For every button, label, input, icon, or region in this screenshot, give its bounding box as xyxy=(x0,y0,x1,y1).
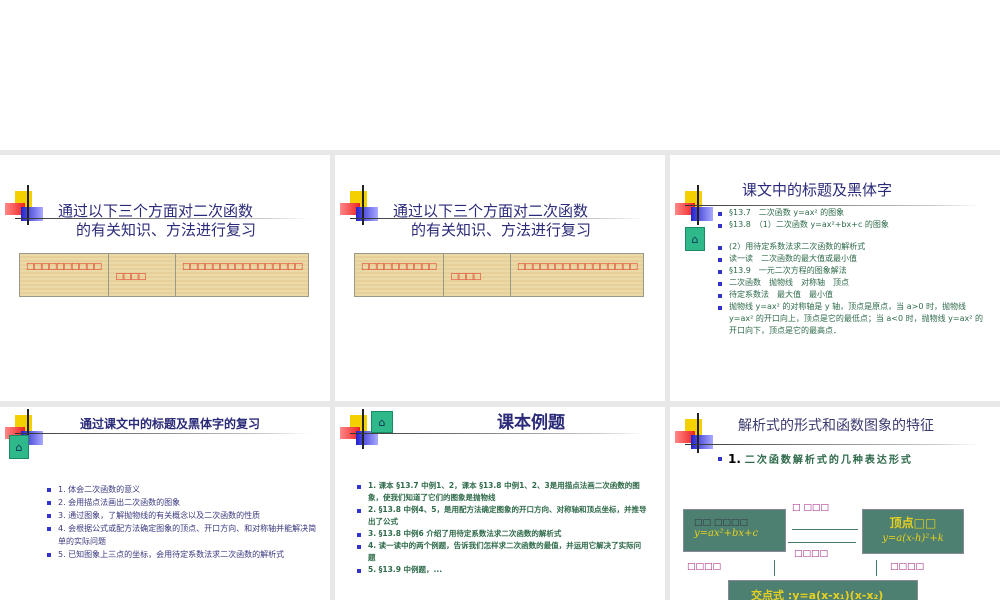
list-item: 5. §13.9 中例题，... xyxy=(357,564,647,576)
arrow-left-icon xyxy=(788,542,856,543)
home-icon[interactable]: ⌂ xyxy=(9,435,29,459)
intercept-form-box: 交点式 :y=a(x-x₁)(x-x₂) xyxy=(728,580,918,600)
table-cell: □□□□□□□□□□ xyxy=(20,254,110,296)
list-item: 2. §13.8 中例4、5，是用配方法确定图象的开口方向、对称轴和顶点坐标，并… xyxy=(357,504,647,528)
slide-title: 解析式的形式和函数图象的特征 xyxy=(738,418,934,434)
list-item: 5. 已知图象上三点的坐标，会用待定系数法求二次函数的解析式 xyxy=(47,548,322,561)
list-item: 3. 通过图象，了解抛物线的有关概念以及二次函数的性质 xyxy=(47,509,322,522)
home-icon[interactable]: ⌂ xyxy=(371,411,393,433)
corner-decoration-icon xyxy=(340,185,388,231)
slide-thumbnail-6[interactable]: 解析式的形式和函数图象的特征 1. 二次函数解析式的几种表达形式 □□ □□□□… xyxy=(670,407,1000,600)
general-form-label: □□ □□□□ xyxy=(694,518,748,528)
slide-thumbnail-1[interactable]: 通过以下三个方面对二次函数 的有关知识、方法进行复习 □□□□□□□□□□ □□… xyxy=(0,155,330,401)
slide-title-line1: 通过以下三个方面对二次函数 xyxy=(393,202,589,220)
arrow-label: □□□□ xyxy=(687,562,722,572)
slide-thumbnail-5[interactable]: ⌂ 课本例题 1. 课本 §13.7 中例1、2，课本 §13.8 中例1、2、… xyxy=(335,407,665,600)
arrow-label: □ □□□ xyxy=(792,503,829,513)
list-item: §13.8 （1）二次函数 y=ax²+bx+c 的图象 xyxy=(718,219,983,231)
list-item: 1. 体会二次函数的意义 xyxy=(47,483,322,496)
table-cell: □□□□□□□□□□□□□□□□ xyxy=(181,262,303,272)
title-underline xyxy=(350,433,645,434)
title-underline xyxy=(685,444,980,445)
list-item: 抛物线 y=ax² 的对称轴是 y 轴，顶点是原点，当 a>0 时，抛物线 y=… xyxy=(718,301,983,337)
bullet-list: 1. 体会二次函数的意义 2. 会用描点法画出二次函数的图象 3. 通过图象，了… xyxy=(47,483,322,561)
bullet-icon xyxy=(718,456,722,461)
corner-decoration-icon xyxy=(675,185,723,231)
slide-title-line2: 的有关知识、方法进行复习 xyxy=(76,221,257,239)
slide-title-line1: 通过以下三个方面对二次函数 xyxy=(58,202,254,220)
list-item: §13.9 一元二次方程的图象解法 xyxy=(718,265,983,277)
list-item: 4. 会根据公式或配方法确定图象的顶点、开口方向、和对称轴并能解决简单的实际问题 xyxy=(47,522,322,548)
item-text: 二次函数解析式的几种表达形式 xyxy=(744,455,913,466)
item-number: 1. xyxy=(728,451,741,466)
list-item: 4. 读一读中的两个例题，告诉我们怎样求二次函数的最值，并运用它解决了实际问题 xyxy=(357,540,647,564)
arrow-down-icon xyxy=(774,560,775,576)
slide-title-line2: 的有关知识、方法进行复习 xyxy=(411,221,592,239)
arrow-down-icon xyxy=(876,560,877,576)
list-item: 待定系数法 最大值 最小值 xyxy=(718,289,983,301)
arrow-label: □□□□ xyxy=(794,549,829,559)
slide-title: 课本例题 xyxy=(497,413,565,433)
slide-thumbnail-3[interactable]: ⌂ 课文中的标题及黑体字 §13.7 二次函数 y=ax² 的图象 §13.8 … xyxy=(670,155,1000,401)
title-underline xyxy=(685,205,980,206)
slide-title: 通过课文中的标题及黑体字的复习 xyxy=(80,417,261,431)
list-item: 二次函数 抛物线 对称轴 顶点 xyxy=(718,277,983,289)
general-form-box: □□ □□□□ y=ax²+bx+c xyxy=(683,509,786,552)
vertex-form-box: 顶点□□ y=a(x-h)²+k xyxy=(862,509,964,554)
slide-title: 课文中的标题及黑体字 xyxy=(742,181,893,199)
arrow-label: □□□□ xyxy=(890,562,925,572)
corner-decoration-icon xyxy=(5,185,53,231)
list-item: (2）用待定系数法求二次函数的解析式 xyxy=(718,241,983,253)
list-item: 读一读 二次函数的最大值或最小值 xyxy=(718,253,983,265)
home-icon[interactable]: ⌂ xyxy=(685,227,705,251)
list-item: 1. 二次函数解析式的几种表达形式 xyxy=(718,451,913,466)
slide-thumbnail-4[interactable]: ⌂ 通过课文中的标题及黑体字的复习 1. 体会二次函数的意义 2. 会用描点法画… xyxy=(0,407,330,600)
list-item: 1. 课本 §13.7 中例1、2，课本 §13.8 中例1、2、3是用描点法画… xyxy=(357,480,647,504)
table-cell: □□□□□□□□□□ xyxy=(355,254,445,296)
table-cell: □□□□□□□□□□□□□□□□ xyxy=(516,262,638,272)
bullet-list: 1. 课本 §13.7 中例1、2，课本 §13.8 中例1、2、3是用描点法画… xyxy=(357,480,647,576)
content-table: □□□□□□□□□□ □□□□ □□□□□□□□□□□□□□□□ xyxy=(354,253,644,297)
content-table: □□□□□□□□□□ □□□□ □□□□□□□□□□□□□□□□ xyxy=(19,253,309,297)
table-cell: □□□□ xyxy=(444,254,511,296)
table-cell: □□□□ xyxy=(109,254,176,296)
list-item: 2. 会用描点法画出二次函数的图象 xyxy=(47,496,322,509)
vertex-form-label: 顶点□□ xyxy=(889,516,937,530)
corner-decoration-icon xyxy=(675,413,723,459)
list-item: 3. §13.8 中例6 介绍了用待定系数法求二次函数的解析式 xyxy=(357,528,647,540)
arrow-right-icon xyxy=(792,529,858,530)
vertex-formula: y=a(x-h)²+k xyxy=(882,533,944,544)
slide-thumbnail-2[interactable]: 通过以下三个方面对二次函数 的有关知识、方法进行复习 □□□□□□□□□□ □□… xyxy=(335,155,665,401)
bullet-list: §13.7 二次函数 y=ax² 的图象 §13.8 （1）二次函数 y=ax²… xyxy=(718,207,983,337)
title-underline xyxy=(15,433,310,434)
list-item: §13.7 二次函数 y=ax² 的图象 xyxy=(718,207,983,219)
general-formula: y=ax²+bx+c xyxy=(694,528,759,539)
